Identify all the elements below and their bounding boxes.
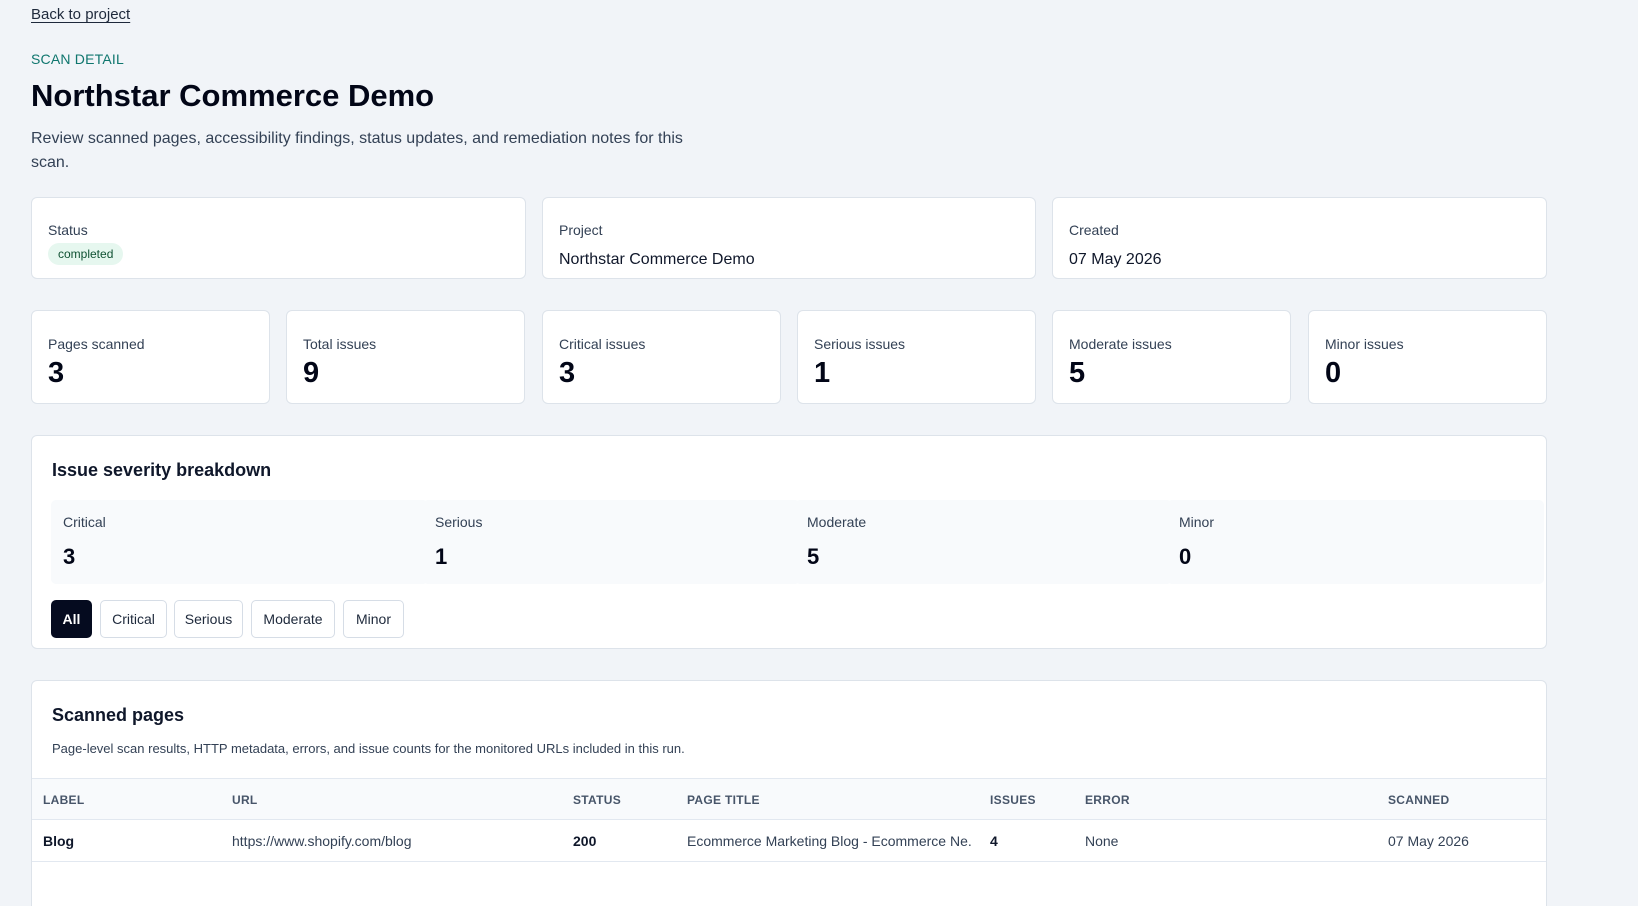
severity-minor-box: Minor 0	[1167, 500, 1544, 584]
filter-critical-button[interactable]: Critical	[100, 600, 167, 638]
stat-value: 5	[1069, 357, 1086, 389]
severity-value: 5	[807, 544, 820, 569]
stat-card-total-issues: Total issues 9	[286, 310, 525, 404]
stat-label: Pages scanned	[48, 336, 145, 352]
filter-minor-button[interactable]: Minor	[343, 600, 404, 638]
page-description: Review scanned pages, accessibility find…	[31, 130, 683, 171]
stat-value: 1	[814, 357, 831, 389]
section-subtitle: Page-level scan results, HTTP metadata, …	[52, 741, 685, 756]
column-header-status[interactable]: STATUS	[573, 793, 621, 807]
stat-card-critical-issues: Critical issues 3	[542, 310, 781, 404]
stat-label: Serious issues	[814, 336, 906, 352]
filter-moderate-button[interactable]: Moderate	[251, 600, 335, 638]
stat-card-pages-scanned: Pages scanned 3	[31, 310, 270, 404]
cell-scanned: 07 May 2026	[1388, 833, 1469, 849]
stat-value: 3	[559, 357, 576, 389]
created-label: Created	[1069, 222, 1119, 238]
cell-page-title: Ecommerce Marketing Blog - Ecommerce Ne.…	[687, 833, 972, 849]
scanned-pages-panel: Scanned pages Page-level scan results, H…	[31, 680, 1547, 906]
created-value: 07 May 2026	[1069, 251, 1162, 268]
severity-label: Critical	[63, 514, 106, 530]
column-header-url[interactable]: URL	[232, 793, 258, 807]
table-row[interactable]: Blog https://www.shopify.com/blog 200 Ec…	[32, 820, 1546, 862]
stat-label: Critical issues	[559, 336, 646, 352]
column-header-label[interactable]: LABEL	[43, 793, 85, 807]
page-eyebrow: SCAN DETAIL	[31, 51, 124, 67]
severity-value: 3	[63, 544, 76, 569]
cell-url[interactable]: https://www.shopify.com/blog	[232, 833, 411, 849]
project-value: Northstar Commerce Demo	[559, 251, 755, 268]
severity-breakdown-panel: Issue severity breakdown Critical 3 Seri…	[31, 435, 1547, 649]
stat-card-serious-issues: Serious issues 1	[797, 310, 1036, 404]
filter-all-button[interactable]: All	[51, 600, 92, 638]
cell-issues: 4	[990, 833, 998, 849]
section-title: Issue severity breakdown	[52, 460, 272, 480]
severity-label: Moderate	[807, 514, 867, 530]
severity-critical-box: Critical 3	[51, 500, 428, 584]
severity-label: Minor	[1179, 514, 1215, 530]
stat-card-minor-issues: Minor issues 0	[1308, 310, 1547, 404]
stat-label: Minor issues	[1325, 336, 1404, 352]
stat-label: Total issues	[303, 336, 377, 352]
status-card: Status completed	[31, 197, 526, 279]
column-header-error[interactable]: ERROR	[1085, 793, 1130, 807]
filter-serious-button[interactable]: Serious	[174, 600, 243, 638]
severity-serious-box: Serious 1	[423, 500, 800, 584]
created-card: Created 07 May 2026	[1052, 197, 1547, 279]
status-label: Status	[48, 222, 88, 238]
severity-moderate-box: Moderate 5	[795, 500, 1172, 584]
severity-value: 1	[435, 544, 448, 569]
stat-card-moderate-issues: Moderate issues 5	[1052, 310, 1291, 404]
status-badge: completed	[48, 243, 124, 265]
section-title: Scanned pages	[52, 705, 185, 725]
back-to-project-link[interactable]: Back to project	[31, 6, 130, 23]
page-title: Northstar Commerce Demo	[31, 78, 435, 113]
stat-value: 3	[48, 357, 65, 389]
column-header-scanned[interactable]: SCANNED	[1388, 793, 1449, 807]
cell-status: 200	[573, 833, 597, 849]
cell-error: None	[1085, 833, 1119, 849]
table-header: LABEL URL STATUS PAGE TITLE ISSUES ERROR…	[32, 778, 1546, 820]
severity-value: 0	[1179, 544, 1192, 569]
project-label: Project	[559, 222, 603, 238]
column-header-issues[interactable]: ISSUES	[990, 793, 1036, 807]
stat-value: 0	[1325, 357, 1342, 389]
column-header-page-title[interactable]: PAGE TITLE	[687, 793, 760, 807]
cell-label: Blog	[43, 833, 75, 849]
stat-label: Moderate issues	[1069, 336, 1172, 352]
severity-label: Serious	[435, 514, 483, 530]
project-card: Project Northstar Commerce Demo	[542, 197, 1036, 279]
stat-value: 9	[303, 357, 320, 389]
